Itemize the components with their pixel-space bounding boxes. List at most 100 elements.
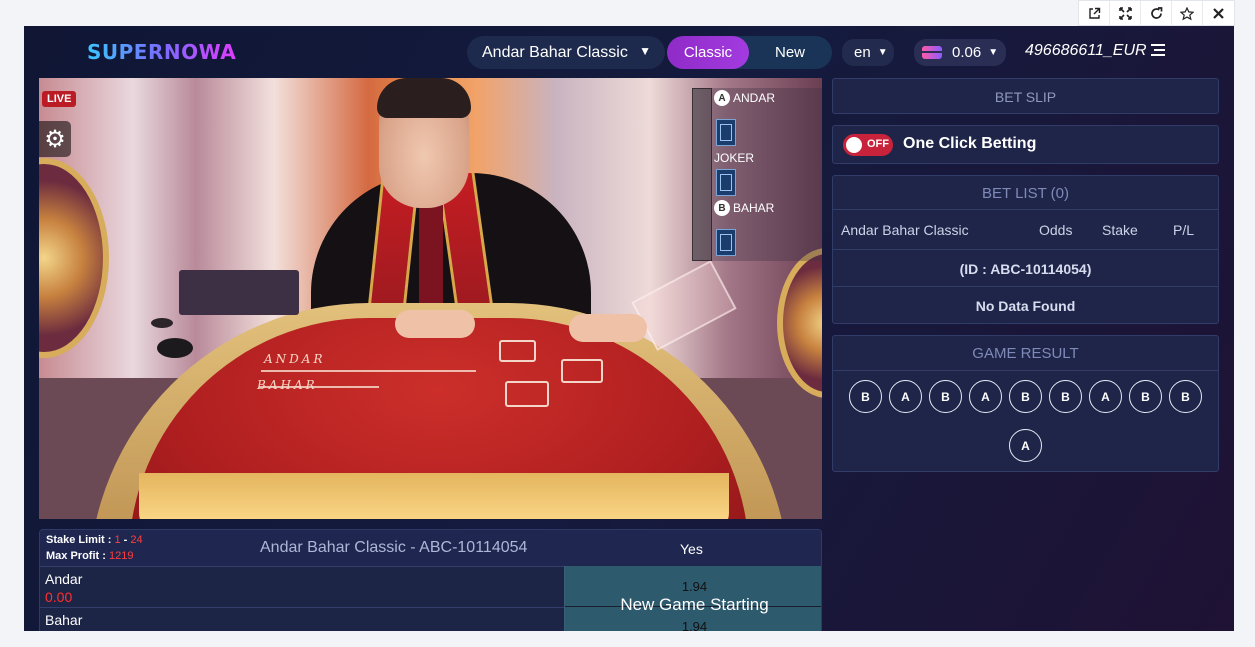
card-box	[561, 359, 603, 383]
result-circle[interactable]: B	[929, 380, 962, 413]
stake-limit-separator: -	[120, 534, 131, 546]
refresh-icon[interactable]	[1141, 1, 1172, 26]
bahar-letter-icon: B	[714, 200, 730, 216]
andar-label: A ANDAR	[714, 90, 775, 106]
joker-label: JOKER	[714, 151, 754, 165]
wallet-icon	[922, 46, 942, 59]
bahar-label: B BAHAR	[714, 200, 774, 216]
felt-andar-text: ANDAR	[264, 352, 326, 366]
card-back-icon	[716, 169, 736, 196]
dealer-screen	[179, 270, 299, 315]
game-status-text: New Game Starting	[620, 595, 769, 614]
bet-list-header: Andar Bahar Classic Odds Stake P/L	[833, 209, 1218, 249]
result-circle[interactable]: B	[1009, 380, 1042, 413]
one-click-toggle[interactable]: OFF	[843, 134, 893, 156]
stake-limit-max: 24	[130, 534, 143, 546]
star-icon[interactable]	[1172, 1, 1203, 26]
table-row: Andar 0.00	[40, 566, 564, 607]
language-label: en	[854, 44, 871, 61]
chevron-down-icon: ▼	[639, 44, 651, 58]
user-id: 496686611_EUR	[1025, 42, 1147, 59]
bet-table: Stake Limit : 1 - 24 Max Profit : 1219 A…	[39, 529, 822, 631]
external-link-icon[interactable]	[1079, 1, 1110, 26]
card-back-icon	[716, 229, 736, 256]
panel-divider	[692, 88, 712, 261]
column-market: Andar Bahar Classic	[841, 222, 969, 238]
stake-limit: Stake Limit : 1 - 24	[46, 534, 143, 546]
language-select[interactable]: en ▼	[842, 39, 894, 66]
max-profit: Max Profit : 1219	[46, 550, 133, 562]
joker-text: JOKER	[714, 151, 755, 165]
bet-list-title: BET LIST (0)	[982, 185, 1069, 202]
bet-list-empty: No Data Found	[833, 286, 1218, 324]
classic-mode-button[interactable]: Classic	[667, 36, 749, 69]
result-circle[interactable]: B	[849, 380, 882, 413]
card-back-icon	[716, 119, 736, 146]
game-select-label: Andar Bahar Classic	[482, 43, 628, 61]
column-stake: Stake	[1102, 222, 1138, 238]
table-base	[139, 473, 729, 519]
one-click-label: One Click Betting	[903, 135, 1037, 152]
one-click-panel: OFF One Click Betting	[832, 125, 1219, 164]
game-result-title: GAME RESULT	[972, 345, 1079, 362]
result-circle[interactable]: A	[969, 380, 1002, 413]
andar-letter-icon: A	[714, 90, 730, 106]
bet-slip-panel[interactable]: BET SLIP	[832, 78, 1219, 114]
live-badge: LIVE	[42, 91, 77, 107]
menu-icon[interactable]	[1151, 44, 1166, 58]
result-circle[interactable]: B	[1169, 380, 1202, 413]
runner-pl: 0.00	[45, 589, 73, 605]
card-box	[499, 340, 536, 362]
close-icon[interactable]	[1203, 1, 1234, 26]
max-profit-value: 1219	[108, 550, 134, 562]
yes-column-header: Yes	[680, 541, 703, 557]
felt-line	[261, 370, 476, 372]
runner-name: Bahar	[45, 612, 83, 628]
column-pl: P/L	[1173, 222, 1195, 238]
browser-toolbar	[0, 0, 1255, 26]
toolbar-button-group	[1078, 0, 1235, 26]
gear-icon[interactable]: ⚙	[39, 121, 71, 157]
result-circle[interactable]: A	[1089, 380, 1122, 413]
dealer-hand	[569, 314, 647, 342]
balance-dropdown[interactable]: 0.06 ▼	[914, 39, 1006, 66]
result-circle[interactable]: B	[1049, 380, 1082, 413]
stake-limit-label: Stake Limit :	[46, 534, 112, 546]
result-circle[interactable]: A	[889, 380, 922, 413]
result-circle[interactable]: A	[1009, 429, 1042, 462]
live-video: ANDAR BAHAR LIVE ⚙ A ANDAR JOKER B BAHAR	[39, 78, 822, 519]
toggle-state: OFF	[867, 138, 889, 150]
andar-odds: 1.94	[681, 579, 708, 594]
card-box	[505, 381, 549, 407]
market-title: Andar Bahar Classic - ABC-10114054	[260, 539, 528, 556]
game-result-panel: GAME RESULT B A B A B B A B B A	[832, 335, 1219, 472]
max-profit-label: Max Profit :	[46, 550, 106, 562]
bet-list-panel: BET LIST (0) Andar Bahar Classic Odds St…	[832, 175, 1219, 324]
game-result-divider	[833, 370, 1218, 371]
table-button	[151, 318, 173, 328]
app-header: SUPERNOWA Andar Bahar Classic ▼ Classic …	[24, 26, 1234, 78]
felt-bahar-text: BAHAR	[257, 378, 318, 392]
bahar-odds: 1.94	[681, 619, 708, 631]
logo[interactable]: SUPERNOWA	[87, 40, 236, 64]
table-mouse	[157, 338, 193, 358]
dealer-hand	[395, 310, 475, 338]
mode-toggle: Classic New	[667, 36, 832, 69]
expand-icon[interactable]	[1110, 1, 1141, 26]
balance-value: 0.06	[952, 44, 982, 61]
chevron-down-icon: ▼	[988, 47, 999, 58]
odds-cell-suspended[interactable]: 1.94 1.94 New Game Starting	[564, 566, 821, 631]
bet-slip-title: BET SLIP	[994, 89, 1057, 105]
runner-name: Andar	[45, 571, 83, 587]
result-circle[interactable]: B	[1129, 380, 1162, 413]
bet-table-header: Stake Limit : 1 - 24 Max Profit : 1219 A…	[40, 530, 821, 566]
toggle-knob	[846, 137, 862, 153]
casino-app: SUPERNOWA Andar Bahar Classic ▼ Classic …	[24, 26, 1234, 631]
new-mode-button[interactable]: New	[749, 36, 831, 69]
chevron-down-icon: ▼	[877, 47, 888, 58]
card-panel: A ANDAR JOKER B BAHAR	[692, 88, 822, 261]
bet-list-id-row: (ID : ABC-10114054)	[833, 249, 1218, 286]
game-select[interactable]: Andar Bahar Classic ▼	[467, 36, 665, 69]
bahar-text: BAHAR	[733, 201, 775, 215]
andar-text: ANDAR	[733, 91, 776, 105]
